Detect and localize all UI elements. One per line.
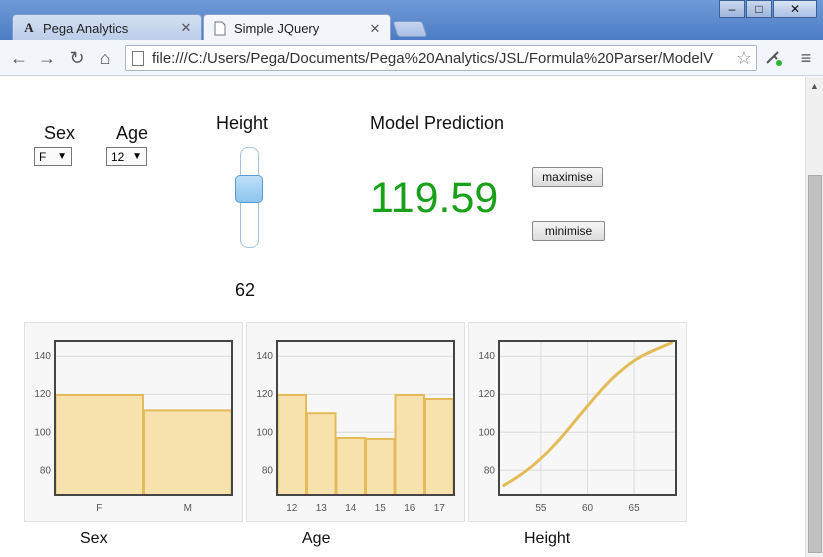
sex-chart-svg: 80 100 120 140 F M [34, 340, 233, 514]
tab-close-icon[interactable]: ✕ [179, 20, 193, 36]
address-bar[interactable]: file:///C:/Users/Pega/Documents/Pega%20A… [125, 45, 757, 71]
sex-select[interactable]: F ▼ [34, 147, 72, 166]
page-icon [132, 50, 144, 66]
height-label: Height [216, 113, 269, 133]
page-favicon-icon [212, 21, 228, 37]
y-tick-label: 120 [34, 389, 51, 400]
x-tick-label: 55 [535, 503, 547, 514]
new-tab-button[interactable] [392, 21, 428, 37]
y-tick-label: 140 [34, 351, 51, 362]
sex-label: Sex [44, 123, 76, 143]
x-tick-label: 14 [345, 503, 357, 514]
y-tick-label: 140 [478, 351, 495, 362]
y-tick-label: 80 [484, 465, 496, 476]
y-tick-label: 100 [34, 427, 51, 438]
age-select-value: 12 [111, 149, 125, 164]
tab-title: Simple JQuery [234, 21, 320, 36]
extension-icon[interactable] [763, 47, 785, 69]
bar [335, 436, 366, 496]
x-tick-label: 15 [375, 503, 387, 514]
y-tick-label: 80 [262, 465, 274, 476]
age-profile-chart: 80 100 120 140 12 13 14 15 16 17 [246, 322, 465, 522]
sex-select-value: F [39, 149, 47, 164]
sex-profile-chart: 80 100 120 140 F M [24, 322, 243, 522]
y-tick-label: 80 [40, 465, 52, 476]
x-tick-label: 16 [404, 503, 416, 514]
maximize-button[interactable]: □ [746, 0, 772, 18]
tab-close-icon[interactable]: ✕ [368, 21, 382, 37]
y-tick-label: 100 [478, 427, 495, 438]
height-value: 62 [235, 280, 256, 300]
sex-chart-caption: Sex [80, 530, 108, 547]
pega-favicon-icon: A [24, 20, 34, 35]
back-icon[interactable]: ← [8, 47, 30, 69]
x-tick-label: 65 [629, 503, 641, 514]
x-tick-label: 17 [434, 503, 446, 514]
address-text: file:///C:/Users/Pega/Documents/Pega%20A… [152, 49, 714, 67]
bar [365, 437, 396, 496]
window-controls: – □ ✕ [718, 0, 817, 18]
menu-icon[interactable]: ≡ [795, 47, 817, 69]
height-slider-handle[interactable] [235, 175, 263, 203]
y-tick-label: 120 [256, 389, 273, 400]
bar [143, 409, 233, 496]
browser-toolbar: ← → ↻ ⌂ file:///C:/Users/Pega/Documents/… [0, 40, 823, 76]
age-chart-caption: Age [302, 530, 331, 547]
chevron-down-icon: ▼ [132, 151, 142, 162]
age-select[interactable]: 12 ▼ [106, 147, 147, 166]
vertical-scrollbar[interactable]: ▲ [805, 77, 823, 557]
close-window-button[interactable]: ✕ [773, 0, 817, 18]
forward-icon[interactable]: → [36, 47, 58, 69]
home-icon[interactable]: ⌂ [94, 47, 116, 69]
bookmark-star-icon[interactable]: ☆ [736, 48, 752, 69]
page-content: Sex F ▼ Age 12 ▼ Height 62 Model Predict… [0, 77, 805, 557]
reload-icon[interactable]: ↻ [66, 47, 88, 69]
minimise-button[interactable]: minimise [532, 221, 605, 241]
x-tick-label: M [184, 503, 192, 514]
bar [54, 393, 144, 496]
title-bar: A Pega Analytics ✕ Simple JQuery ✕ – □ ✕ [0, 0, 823, 42]
scroll-up-icon[interactable]: ▲ [810, 81, 819, 91]
scroll-thumb[interactable] [808, 175, 822, 553]
bar [394, 393, 425, 496]
prediction-value: 119.59 [370, 174, 499, 222]
x-tick-label: 60 [582, 503, 594, 514]
maximise-button[interactable]: maximise [532, 167, 603, 187]
tab-pega-analytics[interactable]: A Pega Analytics ✕ [12, 14, 202, 41]
tab-title: Pega Analytics [43, 20, 129, 36]
minimize-button[interactable]: – [719, 0, 745, 18]
tab-simple-jquery[interactable]: Simple JQuery ✕ [203, 14, 391, 42]
y-tick-label: 140 [256, 351, 273, 362]
age-label: Age [116, 123, 149, 143]
y-tick-label: 100 [256, 427, 273, 438]
browser-window: A Pega Analytics ✕ Simple JQuery ✕ – □ ✕… [0, 0, 823, 557]
height-profile-chart: 80 100 120 140 55 60 65 [468, 322, 687, 522]
chevron-down-icon: ▼ [57, 151, 67, 162]
height-chart-caption: Height [524, 530, 571, 547]
bar [424, 397, 455, 496]
bar [306, 412, 337, 496]
x-tick-label: 12 [286, 503, 298, 514]
prediction-label: Model Prediction [370, 113, 505, 133]
age-chart-svg: 80 100 120 140 12 13 14 15 16 17 [256, 340, 455, 514]
x-tick-label: 13 [316, 503, 328, 514]
y-tick-label: 120 [478, 389, 495, 400]
height-chart-svg: 80 100 120 140 55 60 65 [478, 340, 677, 514]
bar [276, 393, 307, 496]
x-tick-label: F [96, 503, 102, 514]
